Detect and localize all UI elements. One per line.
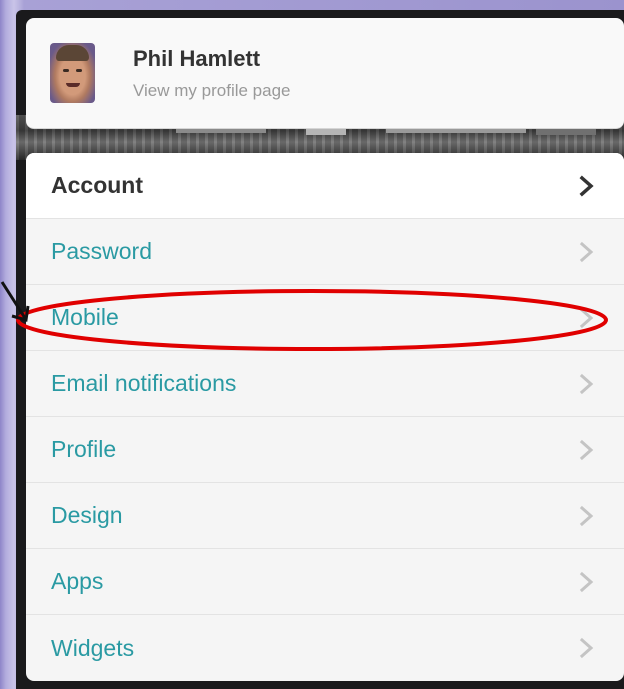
menu-item-widgets[interactable]: Widgets [26,615,624,681]
menu-item-label: Email notifications [51,370,237,396]
chevron-right-icon [579,439,594,460]
menu-item-apps[interactable]: Apps [26,549,624,615]
chevron-right-icon [579,241,594,262]
settings-menu: Account Password Mobile Email notificati… [26,153,624,681]
view-profile-link[interactable]: View my profile page [133,81,291,101]
menu-item-design[interactable]: Design [26,483,624,549]
chevron-right-icon [579,175,594,196]
avatar[interactable] [50,43,95,103]
menu-item-profile[interactable]: Profile [26,417,624,483]
menu-item-label: Profile [51,436,117,462]
chevron-right-icon [579,505,594,526]
menu-item-label: Widgets [51,634,135,661]
menu-item-email-notifications[interactable]: Email notifications [26,351,624,417]
chevron-right-icon [579,637,594,659]
chevron-right-icon [579,373,594,394]
profile-card[interactable]: Phil Hamlett View my profile page [26,18,624,129]
chevron-right-icon [579,307,594,328]
menu-item-password[interactable]: Password [26,219,624,285]
profile-name[interactable]: Phil Hamlett [133,46,260,72]
annotation-arrow-icon [0,281,30,322]
menu-item-label: Design [51,502,123,528]
menu-item-label: Apps [51,568,104,594]
menu-item-label: Mobile [51,304,119,330]
menu-header-label: Account [51,172,143,198]
menu-header-account[interactable]: Account [26,153,624,219]
chevron-right-icon [579,571,594,592]
menu-item-label: Password [51,238,152,264]
menu-item-mobile[interactable]: Mobile [26,285,624,351]
